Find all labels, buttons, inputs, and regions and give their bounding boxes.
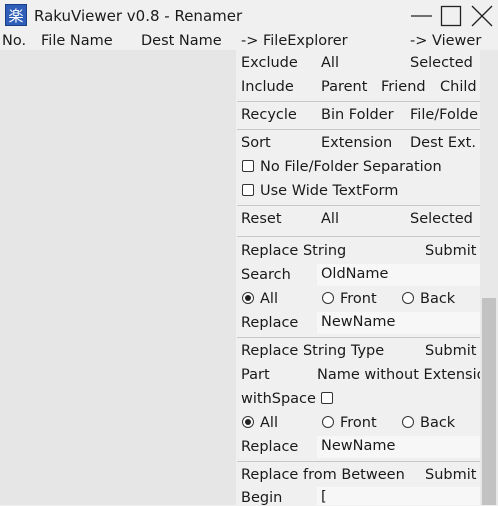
begin-label: Begin <box>241 490 283 506</box>
radio-dot[interactable] <box>242 416 254 428</box>
radio-dot[interactable] <box>322 416 334 428</box>
replace-input[interactable]: NewName <box>317 312 480 334</box>
wide-textform-label: Use Wide TextForm <box>260 183 399 199</box>
reset-selected-button[interactable]: Selected <box>410 211 473 227</box>
recycle-file-folder-button[interactable]: File/Folde <box>410 107 478 123</box>
column-header-no[interactable]: No. <box>2 33 26 49</box>
radio-back[interactable]: Back <box>402 291 455 307</box>
column-header-file-name[interactable]: File Name <box>41 33 113 49</box>
replace-between-submit-button[interactable]: Submit <box>425 467 476 483</box>
recycle-bin-folder-button[interactable]: Bin Folder <box>321 107 394 123</box>
radio-front[interactable]: Front <box>322 291 377 307</box>
exclude-label: Exclude <box>241 55 298 71</box>
to-viewer-button[interactable]: -> Viewer <box>410 33 481 49</box>
window-title: RakuViewer v0.8 - Renamer <box>34 7 243 25</box>
exclude-all-button[interactable]: All <box>321 55 339 71</box>
replace-label: Replace <box>241 439 299 455</box>
begin-input[interactable]: [ <box>317 487 480 505</box>
divider <box>237 337 480 338</box>
radio-back[interactable]: Back <box>402 415 455 431</box>
checkbox-box[interactable] <box>242 184 254 196</box>
with-space-label: withSpace <box>241 391 316 407</box>
replace-type-input[interactable]: NewName <box>317 436 480 458</box>
replace-type-submit-button[interactable]: Submit <box>425 343 476 359</box>
minimize-icon <box>411 15 432 17</box>
part-select[interactable]: Name without Extensio <box>317 367 480 383</box>
checkbox-box[interactable] <box>321 392 333 404</box>
divider <box>237 205 480 206</box>
to-file-explorer-button[interactable]: -> FileExplorer <box>241 33 348 49</box>
replace-between-title: Replace from Between <box>241 467 405 483</box>
divider <box>237 236 480 237</box>
maximize-button[interactable] <box>436 0 466 32</box>
minimize-button[interactable] <box>406 0 436 32</box>
include-label: Include <box>241 79 294 95</box>
radio-front-label: Front <box>340 415 377 431</box>
sort-extension-button[interactable]: Extension <box>321 135 392 151</box>
exclude-selected-button[interactable]: Selected <box>410 55 473 71</box>
search-label: Search <box>241 267 291 283</box>
no-separation-label: No File/Folder Separation <box>260 159 442 175</box>
file-list[interactable] <box>0 50 236 505</box>
divider <box>237 101 480 102</box>
maximize-icon <box>440 5 462 27</box>
close-button[interactable] <box>466 0 496 32</box>
radio-back-label: Back <box>420 415 456 431</box>
radio-all[interactable]: All <box>242 415 278 431</box>
sort-label: Sort <box>241 135 271 151</box>
include-friend-button[interactable]: Friend <box>381 79 426 95</box>
radio-back-label: Back <box>420 291 456 307</box>
include-parent-button[interactable]: Parent <box>321 79 367 95</box>
radio-dot[interactable] <box>402 292 414 304</box>
app-icon: 楽 <box>5 4 27 26</box>
radio-dot[interactable] <box>242 292 254 304</box>
divider <box>237 461 480 462</box>
panel-scrollbar[interactable] <box>480 50 498 505</box>
replace-string-title: Replace String <box>241 243 347 259</box>
checkbox-box[interactable] <box>242 160 254 172</box>
recycle-label: Recycle <box>241 107 297 123</box>
divider <box>237 129 480 130</box>
replace-type-title: Replace String Type <box>241 343 385 359</box>
part-label: Part <box>241 367 270 383</box>
replace-type-input-value: NewName <box>321 438 396 454</box>
reset-all-button[interactable]: All <box>321 211 339 227</box>
radio-all[interactable]: All <box>242 291 278 307</box>
radio-front-label: Front <box>340 291 377 307</box>
sort-dest-ext-button[interactable]: Dest Ext. <box>410 135 476 151</box>
title-bar: 楽 RakuViewer v0.8 - Renamer <box>0 0 498 32</box>
radio-front[interactable]: Front <box>322 415 377 431</box>
include-child-button[interactable]: Child <box>440 79 477 95</box>
search-input-value: OldName <box>321 266 389 282</box>
replace-input-value: NewName <box>321 314 396 330</box>
wide-textform-checkbox[interactable]: Use Wide TextForm <box>242 183 398 199</box>
radio-dot[interactable] <box>402 416 414 428</box>
radio-all-label: All <box>260 415 278 431</box>
replace-string-submit-button[interactable]: Submit <box>425 243 476 259</box>
no-separation-checkbox[interactable]: No File/Folder Separation <box>242 159 442 175</box>
search-input[interactable]: OldName <box>317 264 480 286</box>
column-header-dest-name[interactable]: Dest Name <box>141 33 222 49</box>
radio-all-label: All <box>260 291 278 307</box>
scrollbar-thumb[interactable] <box>482 298 496 505</box>
with-space-checkbox[interactable] <box>321 391 339 407</box>
reset-label: Reset <box>241 211 282 227</box>
radio-dot[interactable] <box>322 292 334 304</box>
begin-input-value: [ <box>321 489 327 505</box>
replace-label: Replace <box>241 315 299 331</box>
close-icon <box>471 5 493 27</box>
